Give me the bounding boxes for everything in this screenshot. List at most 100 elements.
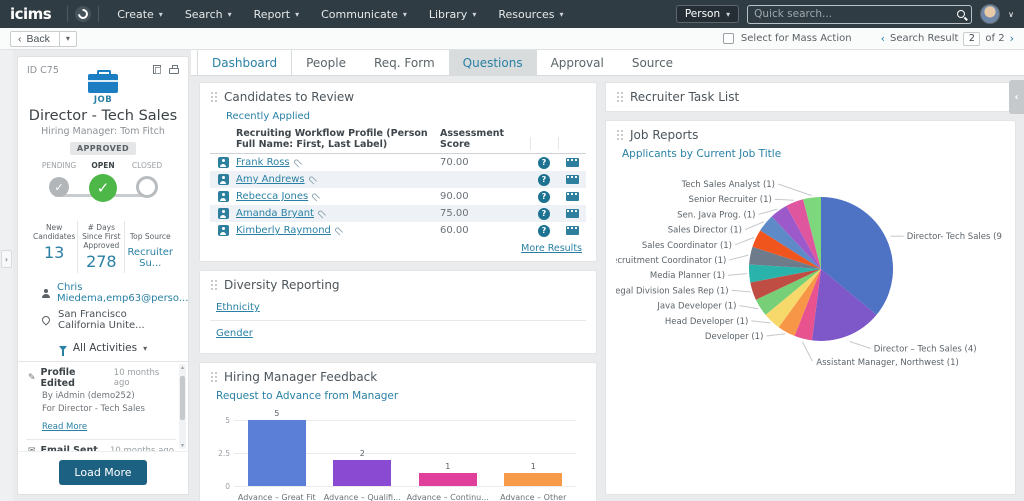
candidate-name-link[interactable]: Amy Andrews (236, 174, 305, 185)
check-circle-icon[interactable]: ✓ (49, 177, 69, 197)
back-dropdown-button[interactable]: ▾ (60, 31, 77, 47)
drag-handle-icon[interactable] (210, 279, 217, 291)
question-circle-icon[interactable]: ? (538, 157, 550, 169)
pie-label: Director – Tech Sales (4) (874, 345, 977, 355)
candidate-profile-icon[interactable] (218, 225, 229, 236)
stat-value[interactable]: Recruiter Su... (127, 247, 173, 269)
result-page-input[interactable] (963, 32, 980, 46)
back-button[interactable]: ‹Back (10, 31, 60, 47)
more-results-link[interactable]: More Results (521, 243, 582, 254)
scroll-down-icon[interactable]: ▾ (179, 442, 186, 449)
pie-leader-line (802, 342, 812, 361)
candidate-name-link[interactable]: Kimberly Raymond (236, 225, 331, 236)
chevron-down-icon: ▾ (143, 344, 147, 353)
nav-menu-report[interactable]: Report▾ (243, 0, 310, 28)
read-more-link[interactable]: Read More (42, 422, 87, 432)
tab-people[interactable]: People (292, 50, 360, 75)
candidate-name-link[interactable]: Rebecca Jones (236, 191, 308, 202)
candidate-profile-icon[interactable] (218, 157, 229, 168)
activity-title: Profile Edited (41, 367, 109, 389)
bar-advance-qualifi[interactable] (333, 460, 391, 486)
film-icon[interactable] (566, 175, 579, 184)
tab-questions[interactable]: Questions (449, 50, 537, 75)
job-card: ID C75 JOB Director - Tech Sales Hiring … (17, 56, 189, 495)
pie-leader-line (745, 222, 764, 230)
applicants-report-link[interactable]: Applicants by Current Job Title (622, 148, 781, 160)
search-scope-select[interactable]: Person ▾ (676, 5, 739, 23)
film-icon[interactable] (566, 209, 579, 218)
nav-menu-resources[interactable]: Resources▾ (487, 0, 574, 28)
nav-menu-create[interactable]: Create▾ (106, 0, 174, 28)
bar-advance-other[interactable] (504, 473, 562, 486)
back-button-group: ‹Back ▾ (10, 31, 77, 47)
chevron-down-icon[interactable]: ∨ (1008, 10, 1014, 19)
next-result-icon[interactable]: › (1010, 32, 1014, 45)
panel-header: Job Reports (616, 128, 1005, 142)
bar-advance-great-fit[interactable] (248, 420, 306, 486)
scroll-up-icon[interactable]: ▴ (179, 364, 186, 371)
tab-req-form[interactable]: Req. Form (360, 50, 449, 75)
expand-panel-icon[interactable]: › (1, 250, 12, 268)
paperclip-icon (308, 175, 317, 184)
reports-panel: Job Reports Applicants by Current Job Ti… (605, 120, 1016, 495)
candidate-profile-icon[interactable] (218, 208, 229, 219)
film-icon[interactable] (566, 192, 579, 201)
contact-link[interactable]: Chris Miedema,emp63@perso... (57, 282, 188, 304)
panel-title: Job Reports (630, 128, 698, 142)
pie-leader-line (735, 238, 754, 245)
load-more-button[interactable]: Load More (59, 460, 146, 485)
bar-advance-continu[interactable] (419, 473, 477, 486)
quick-search-box (747, 5, 972, 24)
candidate-profile-icon[interactable] (218, 174, 229, 185)
candidate-name-cell: Amanda Bryant (236, 208, 440, 219)
drag-handle-icon[interactable] (616, 91, 623, 103)
film-icon[interactable] (566, 158, 579, 167)
question-circle-icon[interactable]: ? (538, 208, 550, 220)
diversity-row: Ethnicity (210, 295, 586, 320)
nav-menu-search[interactable]: Search▾ (174, 0, 243, 28)
activity-item: ✎Profile Edited10 months agoBy iAdmin (d… (26, 362, 176, 440)
tab-approval[interactable]: Approval (537, 50, 618, 75)
tab-source[interactable]: Source (618, 50, 687, 75)
copy-icon[interactable] (153, 65, 161, 74)
candidate-name-link[interactable]: Amanda Bryant (236, 208, 314, 219)
drag-handle-icon[interactable] (210, 91, 217, 103)
print-icon[interactable] (169, 68, 179, 74)
drag-handle-icon[interactable] (616, 129, 623, 141)
collapse-panel-icon[interactable]: ‹ (1009, 80, 1024, 114)
nav-menu-library[interactable]: Library▾ (418, 0, 487, 28)
workflow-step-label: CLOSED (132, 161, 162, 170)
mass-action-checkbox[interactable] (723, 33, 734, 44)
left-collapsed-strip: › (0, 50, 13, 501)
activities-filter-dropdown[interactable]: All Activities ▾ (18, 336, 188, 362)
film-icon[interactable] (566, 226, 579, 235)
check-circle-icon[interactable]: ✓ (89, 174, 117, 202)
quick-search-input[interactable] (754, 8, 957, 20)
activity-detail: For Director - Tech Sales (42, 404, 174, 415)
search-icon[interactable] (957, 10, 965, 18)
tab-dashboard[interactable]: Dashboard (197, 50, 292, 75)
question-circle-icon[interactable]: ? (538, 225, 550, 237)
stat-value[interactable]: 278 (80, 252, 122, 271)
question-circle-icon[interactable]: ? (538, 174, 550, 186)
recently-applied-link[interactable]: Recently Applied (226, 111, 310, 122)
x-axis-labels: Advance – Great FitAdvance – Qualifi...A… (234, 493, 576, 501)
back-label: Back (27, 33, 50, 45)
feed-scrollbar[interactable]: ▴ ▾ (179, 364, 186, 449)
advance-request-link[interactable]: Request to Advance from Manager (216, 390, 398, 402)
header-spacer (530, 137, 558, 150)
icims-logo-mark-icon[interactable] (75, 6, 91, 22)
drag-handle-icon[interactable] (210, 371, 217, 383)
diversity-link-ethnicity[interactable]: Ethnicity (216, 302, 260, 313)
stat-label: # Days Since First Approved (80, 223, 122, 250)
candidate-name-link[interactable]: Frank Ross (236, 157, 290, 168)
question-circle-icon[interactable]: ? (538, 191, 550, 203)
stat-value[interactable]: 13 (33, 243, 75, 262)
user-avatar[interactable] (980, 4, 1000, 24)
scrollbar-thumb[interactable] (180, 376, 185, 420)
empty-circle-icon[interactable] (136, 176, 158, 198)
candidate-profile-icon[interactable] (218, 191, 229, 202)
diversity-link-gender[interactable]: Gender (216, 328, 253, 339)
nav-menu-communicate[interactable]: Communicate▾ (310, 0, 418, 28)
prev-result-icon[interactable]: ‹ (881, 32, 885, 45)
